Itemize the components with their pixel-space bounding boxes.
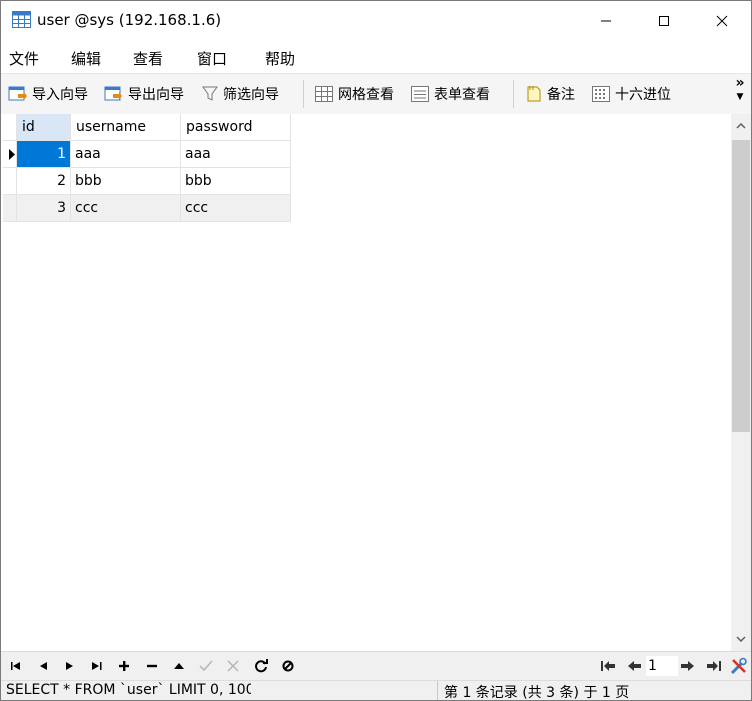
record-navigation-bar	[1, 651, 751, 680]
table-cell-password[interactable]: ccc	[181, 195, 291, 222]
first-record-icon[interactable]	[7, 657, 25, 675]
table-cell-password[interactable]: bbb	[181, 168, 291, 195]
table-cell-username[interactable]: aaa	[71, 141, 181, 168]
filter-wizard-label: 筛选向导	[223, 87, 279, 103]
minimize-button[interactable]	[583, 1, 629, 41]
table-cell-password[interactable]: aaa	[181, 141, 291, 168]
app-window: user @sys (192.168.1.6) 文件 编辑 查看 窗口 帮助 导…	[0, 0, 752, 701]
refresh-icon[interactable]	[252, 657, 270, 675]
grid-view-icon	[315, 86, 333, 102]
status-separator	[437, 681, 438, 700]
dropdown-arrow-icon: ▼	[736, 92, 744, 102]
import-wizard-button[interactable]: 导入向导	[8, 83, 88, 105]
window-title: user @sys (192.168.1.6)	[37, 11, 222, 29]
hex-button[interactable]: 十六进位	[591, 83, 671, 105]
import-icon	[8, 86, 27, 101]
scrollbar-thumb[interactable]	[732, 140, 750, 432]
previous-record-icon[interactable]	[34, 657, 52, 675]
first-page-icon[interactable]	[599, 657, 617, 675]
vertical-scrollbar[interactable]	[731, 114, 751, 651]
last-record-icon[interactable]	[88, 657, 106, 675]
close-button[interactable]	[699, 1, 745, 41]
filter-wizard-button[interactable]: 筛选向导	[201, 83, 279, 105]
hex-icon	[592, 86, 610, 102]
column-header-username[interactable]: username	[71, 114, 181, 141]
edit-record-icon[interactable]	[170, 657, 188, 675]
minimize-icon	[601, 20, 611, 22]
discard-changes-icon[interactable]	[224, 657, 242, 675]
scroll-down-icon[interactable]	[731, 629, 751, 649]
toolbar: 导入向导 导出向导 筛选向导 网格查看 表单查看 备注 十六进位 » ▼	[1, 73, 751, 115]
menu-file[interactable]: 文件	[9, 48, 39, 69]
form-view-button[interactable]: 表单查看	[410, 83, 490, 105]
menu-view[interactable]: 查看	[133, 48, 163, 69]
toolbar-overflow-button[interactable]: » ▼	[734, 76, 746, 104]
export-wizard-button[interactable]: 导出向导	[104, 83, 184, 105]
menu-window[interactable]: 窗口	[197, 48, 227, 69]
form-view-icon	[411, 86, 429, 102]
export-wizard-label: 导出向导	[128, 87, 184, 103]
table-cell-username[interactable]: bbb	[71, 168, 181, 195]
row-marker[interactable]	[3, 141, 17, 168]
toolbar-separator	[513, 80, 514, 108]
next-page-icon[interactable]	[679, 657, 697, 675]
export-icon	[104, 86, 122, 101]
menu-edit[interactable]: 编辑	[71, 48, 101, 69]
memo-label: 备注	[547, 87, 575, 103]
maximize-button[interactable]	[641, 1, 687, 41]
stop-icon[interactable]	[279, 657, 297, 675]
next-record-icon[interactable]	[61, 657, 79, 675]
status-sql-query: SELECT * FROM `user` LIMIT 0, 1000	[6, 682, 251, 698]
filter-icon	[202, 86, 218, 101]
memo-icon	[527, 86, 541, 102]
table-cell-id[interactable]: 1	[17, 141, 71, 168]
current-row-arrow-icon	[9, 149, 15, 160]
scroll-up-icon[interactable]	[731, 116, 751, 136]
menu-bar: 文件 编辑 查看 窗口 帮助	[1, 41, 751, 73]
add-record-icon[interactable]	[115, 657, 133, 675]
menu-help[interactable]: 帮助	[265, 48, 295, 69]
table-icon	[12, 11, 31, 28]
toolbar-separator	[303, 80, 304, 108]
settings-tools-icon[interactable]	[730, 657, 748, 675]
title-bar: user @sys (192.168.1.6)	[1, 1, 751, 41]
row-marker[interactable]	[3, 195, 17, 222]
data-grid[interactable]: id username password 1 aaa aaa 2 bbb bbb…	[1, 114, 731, 651]
grid-view-label: 网格查看	[338, 87, 394, 103]
status-bar: SELECT * FROM `user` LIMIT 0, 1000 第 1 条…	[1, 680, 751, 701]
row-marker[interactable]	[3, 168, 17, 195]
header-row-marker	[3, 114, 17, 141]
close-icon	[716, 15, 728, 27]
table-cell-username[interactable]: ccc	[71, 195, 181, 222]
previous-page-icon[interactable]	[625, 657, 643, 675]
column-header-password[interactable]: password	[181, 114, 291, 141]
column-header-id[interactable]: id	[17, 114, 71, 141]
table-cell-id[interactable]: 3	[17, 195, 71, 222]
hex-label: 十六进位	[615, 87, 671, 103]
apply-changes-icon[interactable]	[197, 657, 215, 675]
form-view-label: 表单查看	[434, 87, 490, 103]
import-wizard-label: 导入向导	[32, 87, 88, 103]
status-record-info: 第 1 条记录 (共 3 条) 于 1 页	[444, 685, 630, 701]
memo-button[interactable]: 备注	[525, 83, 575, 105]
table-cell-id[interactable]: 2	[17, 168, 71, 195]
double-chevron-icon: »	[735, 75, 745, 91]
grid-view-button[interactable]: 网格查看	[314, 83, 394, 105]
maximize-icon	[659, 16, 669, 26]
delete-record-icon[interactable]	[143, 657, 161, 675]
last-page-icon[interactable]	[705, 657, 723, 675]
page-number-input[interactable]	[646, 656, 678, 676]
